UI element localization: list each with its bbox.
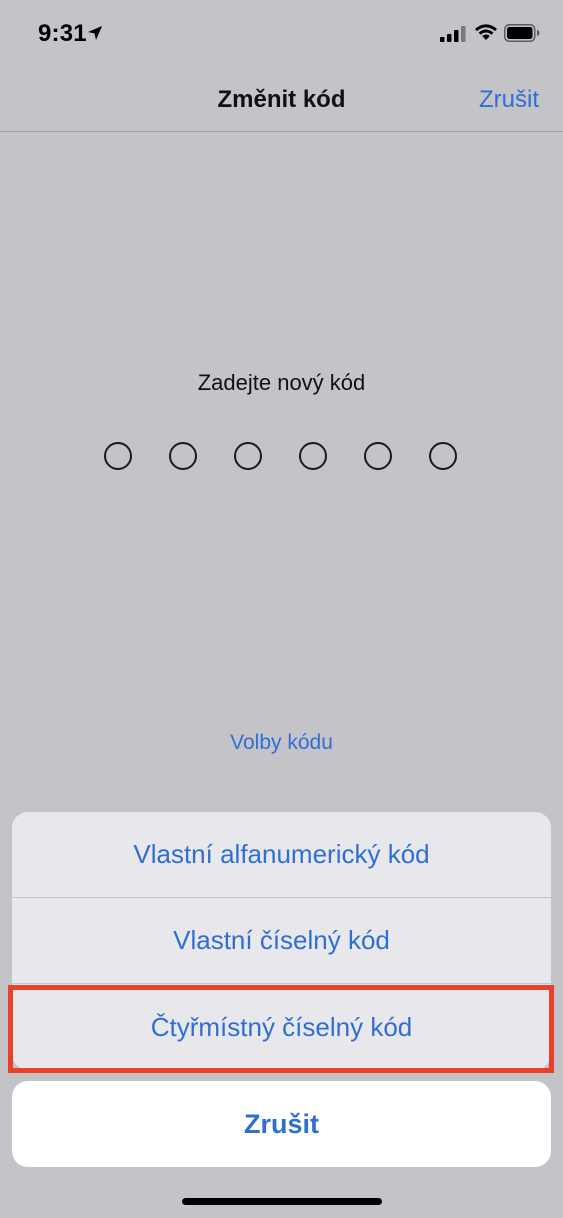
status-time: 9:31 [38, 20, 87, 47]
status-bar: 9:31 [0, 0, 563, 66]
option-custom-alphanumeric-code[interactable]: Vlastní alfanumerický kód [12, 812, 551, 898]
option-four-digit-numeric-code[interactable]: Čtyřmístný číselný kód [12, 984, 551, 1070]
nav-cancel-button[interactable]: Zrušit [479, 86, 539, 114]
passcode-dot [364, 442, 392, 470]
home-indicator[interactable] [182, 1198, 382, 1205]
wifi-icon [475, 24, 497, 40]
option-custom-numeric-code[interactable]: Vlastní číselný kód [12, 898, 551, 984]
location-arrow-icon [88, 26, 102, 40]
passcode-dot [169, 442, 197, 470]
passcode-options-link[interactable]: Volby kódu [0, 731, 563, 755]
passcode-dot [104, 442, 132, 470]
cellular-signal-icon [440, 26, 466, 42]
passcode-dots [104, 442, 457, 470]
passcode-prompt: Zadejte nový kód [197, 370, 366, 395]
action-sheet: Vlastní alfanumerický kód Vlastní číseln… [12, 812, 551, 1070]
sheet-cancel-button[interactable]: Zrušit [12, 1081, 551, 1167]
navigation-bar: Změnit kód Zrušit [0, 66, 563, 132]
passcode-dot [299, 442, 327, 470]
passcode-dot [429, 442, 457, 470]
passcode-dot [234, 442, 262, 470]
battery-icon [504, 24, 540, 42]
